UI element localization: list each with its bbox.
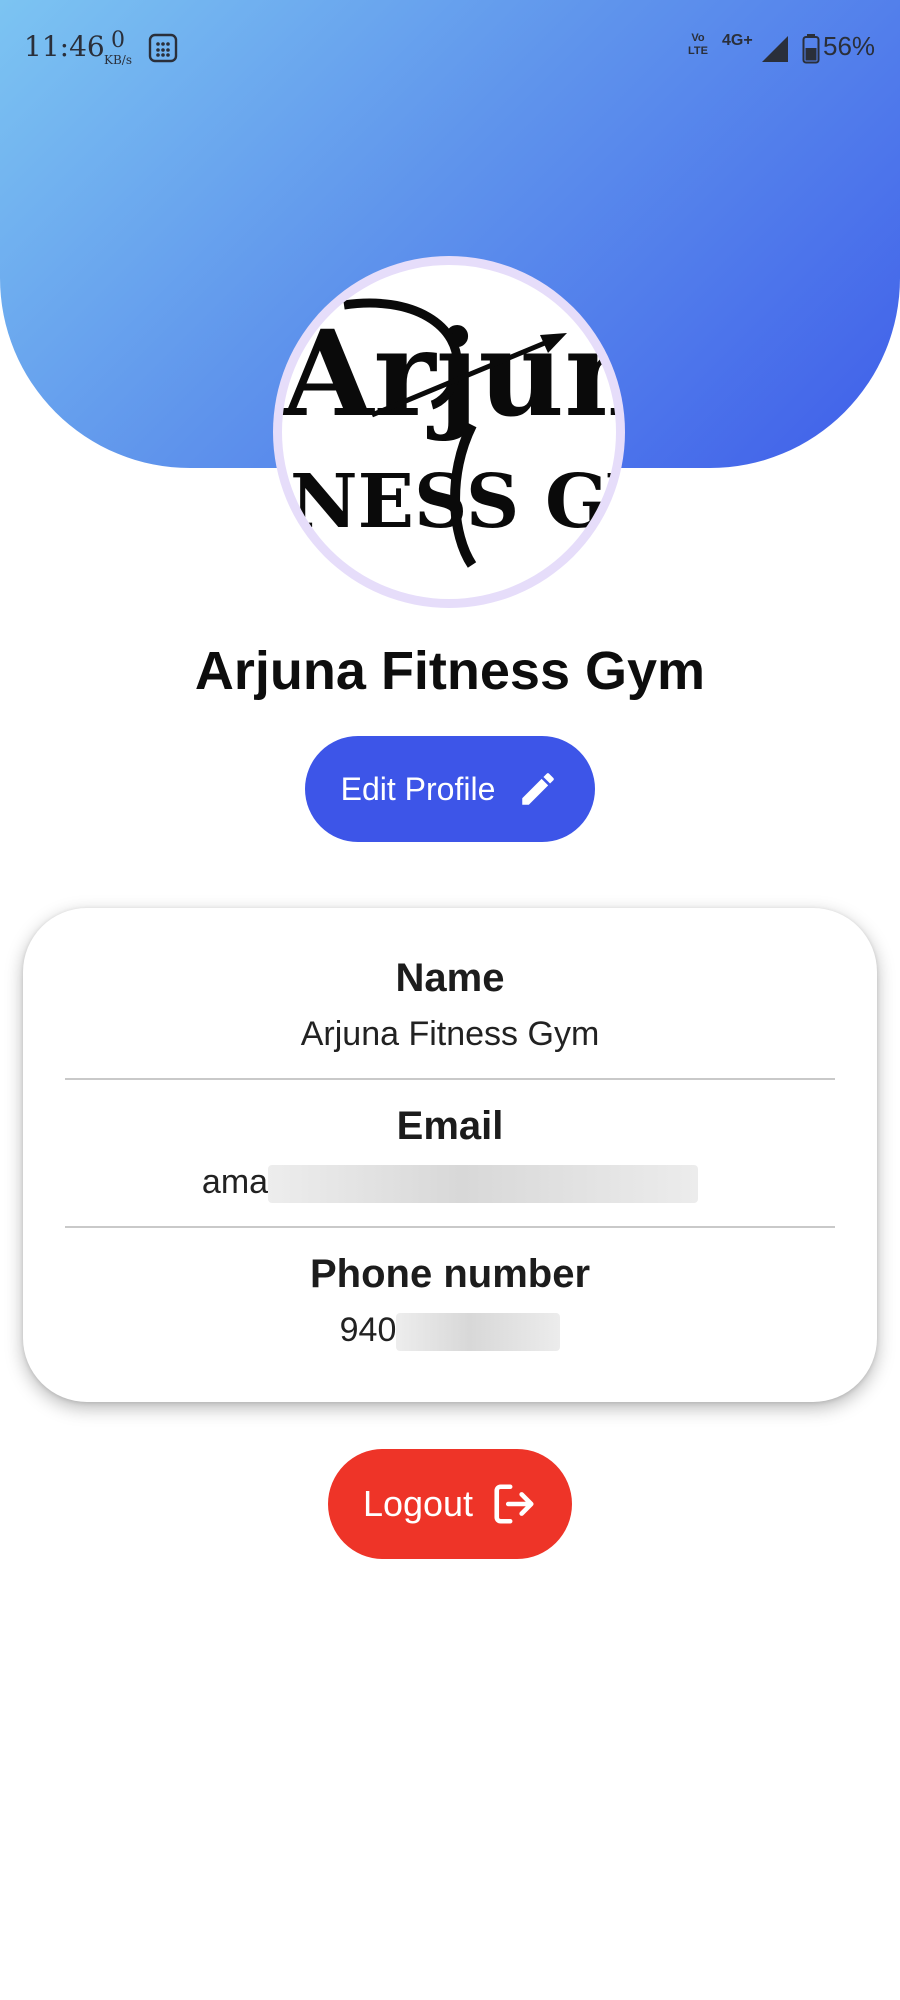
phone-value-visible: 940 — [339, 1311, 397, 1349]
profile-details-card: Name Arjuna Fitness Gym Email ama Phone … — [23, 908, 877, 1402]
status-time: 11:46 — [24, 30, 105, 63]
profile-avatar[interactable]: Arjun NESS GY — [273, 256, 625, 608]
calculator-icon — [148, 33, 178, 63]
network-speed-value: 0 — [111, 28, 125, 53]
logout-button[interactable]: Logout — [328, 1449, 572, 1559]
signal-icon — [762, 36, 788, 62]
gym-logo: Arjun NESS GY — [282, 265, 616, 599]
network-type: 4G+ — [722, 32, 753, 49]
divider — [65, 1078, 835, 1080]
name-label: Name — [395, 956, 505, 1000]
battery-icon — [802, 34, 820, 64]
profile-name-heading: Arjuna Fitness Gym — [194, 641, 706, 701]
phone-value: 940 — [23, 1311, 877, 1352]
phone-label: Phone number — [309, 1252, 591, 1296]
network-speed: 0 KB/s — [100, 28, 136, 67]
gym-logo-image: Arjun NESS GY — [282, 298, 616, 568]
battery-percent: 56% — [823, 31, 876, 61]
redacted-phone — [396, 1313, 561, 1352]
edit-profile-button[interactable]: Edit Profile — [305, 736, 595, 842]
logout-label: Logout — [362, 1483, 474, 1524]
volte-indicator: Vo LTE — [688, 32, 708, 57]
email-value-visible: ama — [201, 1163, 269, 1201]
logout-icon — [494, 1484, 534, 1524]
pencil-icon — [522, 773, 555, 805]
status-bar: 11:46 0 KB/s Vo LTE 4G+ 56% — [0, 0, 900, 96]
email-field: Email ama — [23, 1104, 877, 1204]
email-label: Email — [396, 1104, 504, 1148]
phone-field: Phone number 940 — [23, 1252, 877, 1352]
email-value: ama — [23, 1163, 877, 1204]
svg-text:Arjun: Arjun — [282, 304, 616, 443]
name-field: Name Arjuna Fitness Gym — [23, 956, 877, 1054]
redacted-email — [268, 1165, 699, 1204]
edit-profile-label: Edit Profile — [340, 770, 496, 807]
divider — [65, 1226, 835, 1228]
network-speed-unit: KB/s — [104, 53, 132, 67]
name-value: Arjuna Fitness Gym — [300, 1015, 600, 1053]
